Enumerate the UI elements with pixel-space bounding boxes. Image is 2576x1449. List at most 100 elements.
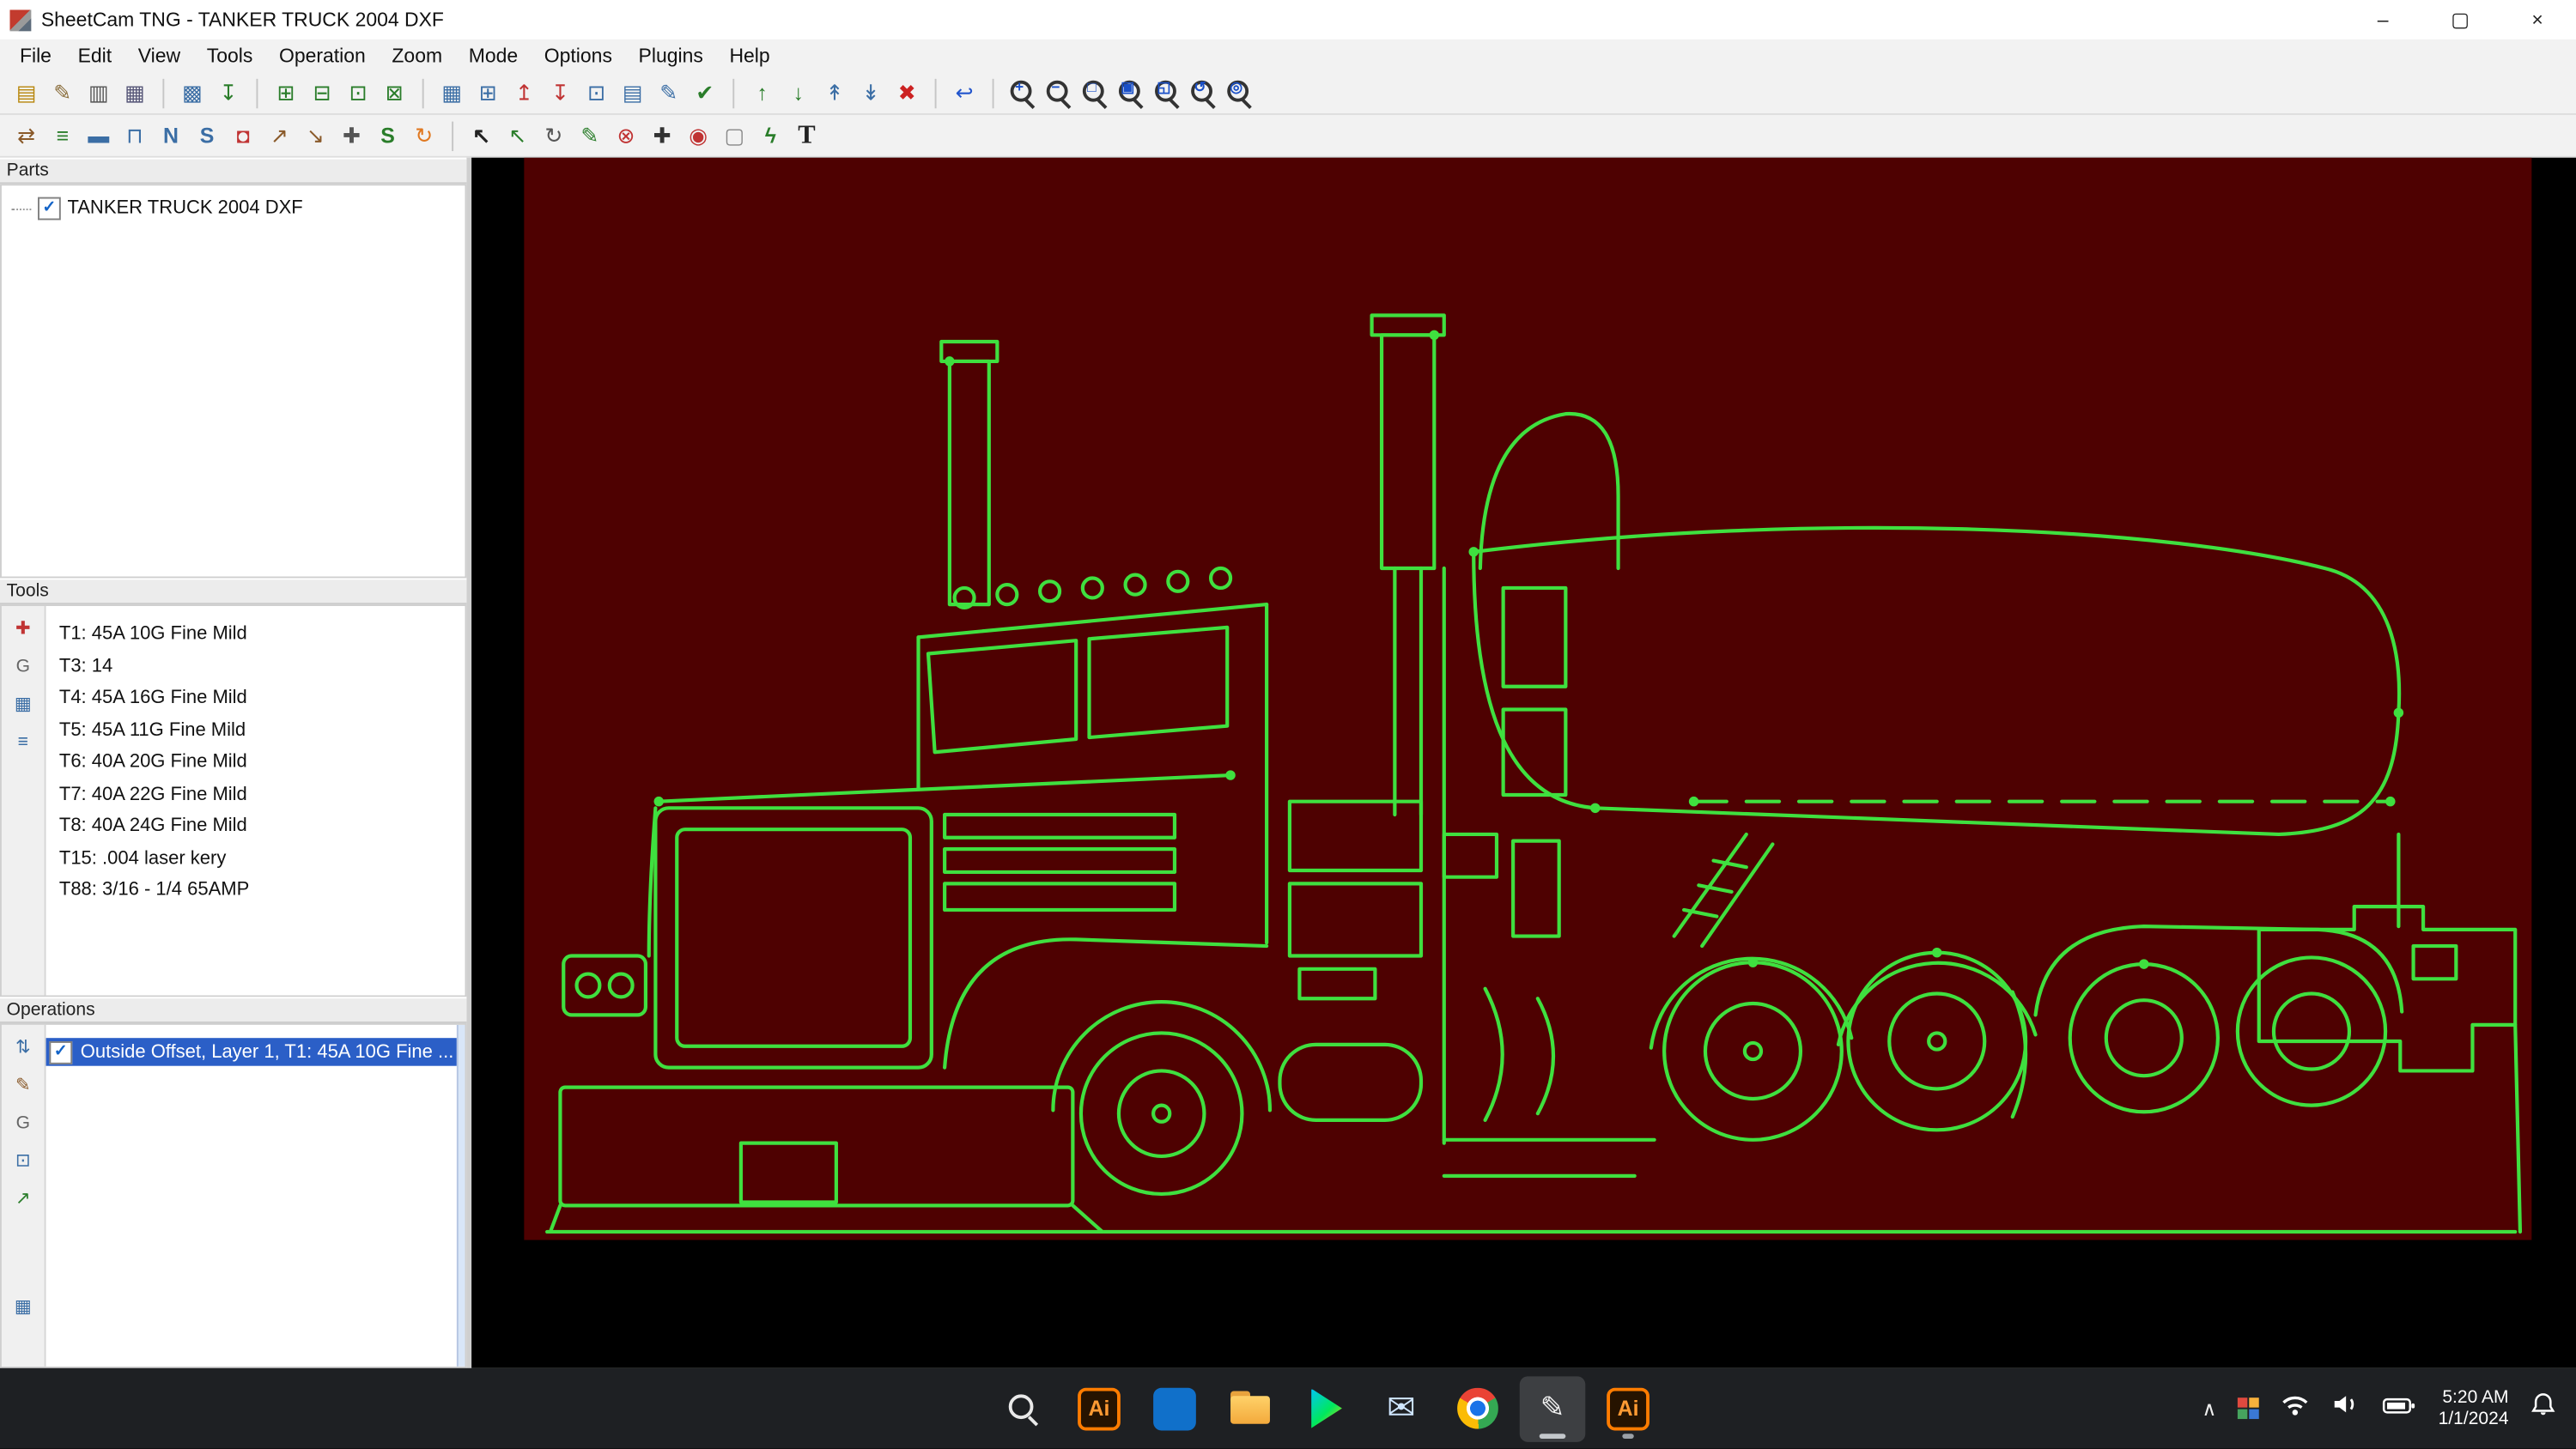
- material-icon[interactable]: ▬: [82, 119, 115, 152]
- hidden-icons-chevron-icon[interactable]: ∧: [2202, 1397, 2216, 1420]
- rotate-icon[interactable]: ↻: [407, 119, 440, 152]
- op-edit-icon[interactable]: ✎: [9, 1070, 38, 1100]
- rubber-band-icon[interactable]: ▢: [718, 119, 750, 152]
- open-job-icon[interactable]: ▤: [9, 76, 42, 109]
- minimize-button[interactable]: –: [2344, 0, 2421, 39]
- delete-icon[interactable]: ✖: [890, 76, 923, 109]
- tool-grid-icon[interactable]: ▦: [9, 690, 38, 719]
- tool-item[interactable]: T6: 40A 20G Fine Mild: [46, 748, 465, 779]
- set-start-icon[interactable]: ◉: [682, 119, 714, 152]
- part-checkbox[interactable]: ✓: [38, 197, 61, 221]
- taskbar-illustrator-2[interactable]: Ai: [1595, 1375, 1662, 1441]
- menu-zoom[interactable]: Zoom: [379, 41, 455, 70]
- scale-icon[interactable]: S: [371, 119, 404, 152]
- rotate-view-icon[interactable]: ↻: [538, 119, 570, 152]
- zoom-part-icon[interactable]: ▣: [1114, 76, 1146, 109]
- origin-icon[interactable]: ◘: [227, 119, 259, 152]
- import-tools-icon[interactable]: ↟: [818, 76, 851, 109]
- select-contour-icon[interactable]: ↖: [501, 119, 534, 152]
- tray-app-icon[interactable]: [2238, 1397, 2260, 1420]
- edit-operation-icon[interactable]: ✎: [653, 76, 685, 109]
- taskbar-clock[interactable]: 5:20 AM 1/1/2024: [2439, 1387, 2509, 1430]
- operation-up-icon[interactable]: ↥: [507, 76, 540, 109]
- taskbar-media-play[interactable]: [1293, 1375, 1359, 1441]
- menu-mode[interactable]: Mode: [455, 41, 531, 70]
- taskbar-illustrator[interactable]: Ai: [1066, 1375, 1133, 1441]
- taskbar-mail[interactable]: ✉: [1369, 1375, 1435, 1441]
- taskbar-sheetcam-pen-app[interactable]: ✎: [1519, 1375, 1586, 1441]
- simulate-icon[interactable]: ϟ: [754, 119, 787, 152]
- select-icon[interactable]: ↖: [465, 119, 497, 152]
- tool-up-icon[interactable]: ↑: [746, 76, 779, 109]
- trim-icon[interactable]: ⊗: [610, 119, 642, 152]
- taskbar-start[interactable]: [915, 1375, 981, 1441]
- zoom-out-icon[interactable]: −: [1042, 76, 1074, 109]
- taskbar-tiles-app[interactable]: [1142, 1375, 1208, 1441]
- tool-item[interactable]: T15: .004 laser kery: [46, 843, 465, 875]
- tool-item[interactable]: T1: 45A 10G Fine Mild: [46, 619, 465, 651]
- import-part-icon[interactable]: ⊟: [306, 76, 338, 109]
- taskbar-chrome[interactable]: [1444, 1375, 1510, 1441]
- op-copy-icon[interactable]: ⊡: [9, 1146, 38, 1175]
- menu-plugins[interactable]: Plugins: [625, 41, 716, 70]
- operations-scrollbar[interactable]: [457, 1024, 465, 1367]
- toggle-operation-icon[interactable]: ✔: [689, 76, 721, 109]
- undo-icon[interactable]: ↩: [948, 76, 981, 109]
- op-gcode-icon[interactable]: G: [9, 1108, 38, 1137]
- zoom-window-icon[interactable]: □: [1078, 76, 1110, 109]
- copy-operation-icon[interactable]: ⊡: [580, 76, 612, 109]
- notification-bell-icon[interactable]: [2530, 1391, 2556, 1426]
- post-output-icon[interactable]: ↧: [212, 76, 245, 109]
- taskbar-file-explorer[interactable]: [1218, 1375, 1284, 1441]
- insert-operation-icon[interactable]: ⊞: [471, 76, 504, 109]
- export-tools-icon[interactable]: ↡: [854, 76, 887, 109]
- delete-part-icon[interactable]: ⊠: [378, 76, 410, 109]
- paste-operation-icon[interactable]: ▤: [616, 76, 648, 109]
- text-icon[interactable]: T: [790, 119, 823, 152]
- machine-options-icon[interactable]: ▥: [82, 76, 115, 109]
- menu-view[interactable]: View: [125, 41, 193, 70]
- pan-icon[interactable]: ✚: [646, 119, 678, 152]
- battery-icon[interactable]: [2383, 1393, 2417, 1422]
- op-table-icon[interactable]: ▦: [9, 1293, 38, 1322]
- menu-file[interactable]: File: [7, 41, 65, 70]
- spline-icon[interactable]: S: [191, 119, 223, 152]
- menu-options[interactable]: Options: [531, 41, 625, 70]
- tool-item[interactable]: T7: 40A 22G Fine Mild: [46, 779, 465, 811]
- close-button[interactable]: ×: [2499, 0, 2576, 39]
- print-icon[interactable]: ▦: [118, 76, 151, 109]
- maximize-button[interactable]: ▢: [2421, 0, 2499, 39]
- zoom-in-icon[interactable]: +: [1005, 76, 1038, 109]
- zoom-all-icon[interactable]: ◎: [1222, 76, 1255, 109]
- toolpath-mode-icon[interactable]: ⇄: [9, 119, 42, 152]
- menu-tools[interactable]: Tools: [193, 41, 265, 70]
- tool-item[interactable]: T5: 45A 11G Fine Mild: [46, 715, 465, 747]
- material-plate[interactable]: [524, 157, 2532, 1240]
- tool-item[interactable]: T3: 14: [46, 652, 465, 683]
- tool-info-icon[interactable]: ≡: [9, 728, 38, 757]
- run-post-icon[interactable]: ▩: [176, 76, 209, 109]
- tool-item[interactable]: T8: 40A 24G Fine Mild: [46, 811, 465, 843]
- zoom-extents-icon[interactable]: ◱: [1150, 76, 1182, 109]
- operation-down-icon[interactable]: ↧: [544, 76, 576, 109]
- tool-item[interactable]: T4: 45A 16G Fine Mild: [46, 683, 465, 715]
- menu-edit[interactable]: Edit: [64, 41, 125, 70]
- contour-icon[interactable]: ⊓: [118, 119, 151, 152]
- job-options-icon[interactable]: ✎: [46, 76, 79, 109]
- part-item[interactable]: ✓ TANKER TRUCK 2004 DXF: [2, 185, 465, 221]
- tool-gcode-icon[interactable]: G: [9, 652, 38, 682]
- tool-down-icon[interactable]: ↓: [782, 76, 815, 109]
- measure-icon[interactable]: ✚: [335, 119, 368, 152]
- reverse-icon[interactable]: ↘: [299, 119, 331, 152]
- layers-icon[interactable]: ≡: [46, 119, 79, 152]
- op-order-icon[interactable]: ⇅: [9, 1033, 38, 1062]
- op-move-icon[interactable]: ↗: [9, 1184, 38, 1213]
- operation-checkbox[interactable]: ✓: [49, 1040, 73, 1064]
- new-part-icon[interactable]: ⊞: [270, 76, 302, 109]
- direction-icon[interactable]: ↗: [263, 119, 295, 152]
- taskbar-search[interactable]: [991, 1375, 1057, 1441]
- tool-item[interactable]: T88: 3/16 - 1/4 65AMP: [46, 876, 465, 907]
- copy-part-icon[interactable]: ⊡: [342, 76, 374, 109]
- drawing-canvas[interactable]: [471, 157, 2576, 1368]
- polyline-icon[interactable]: N: [155, 119, 187, 152]
